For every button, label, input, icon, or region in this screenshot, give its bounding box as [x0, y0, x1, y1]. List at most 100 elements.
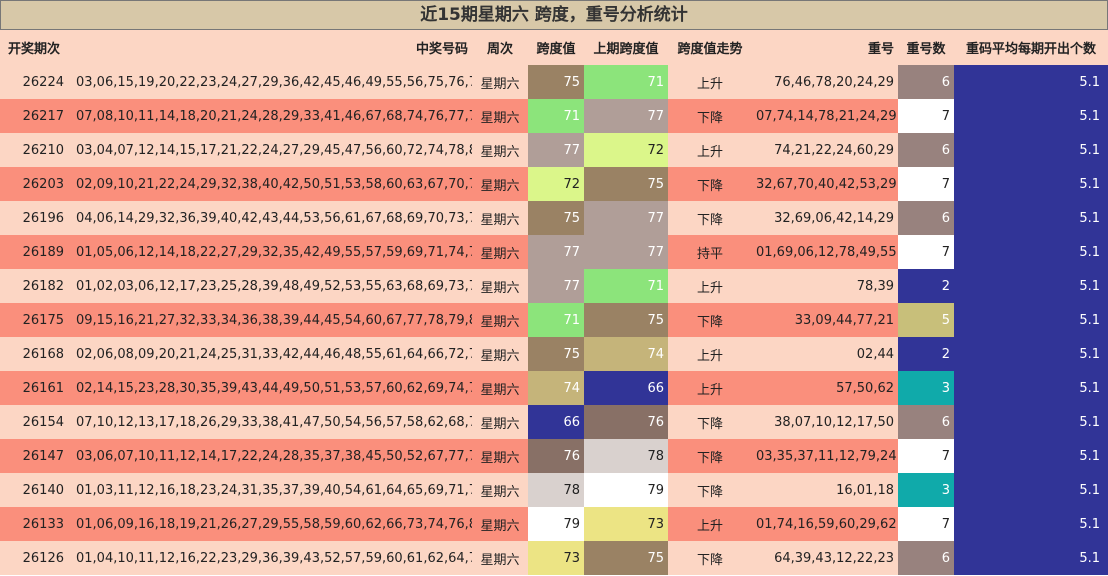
trend-cell: 下降	[668, 167, 752, 201]
repeat-count-cell: 7	[898, 235, 954, 269]
weekday-cell: 星期六	[472, 201, 528, 235]
prev-span-cell: 78	[584, 439, 668, 473]
repeat-count-cell: 6	[898, 133, 954, 167]
repeats-cell: 03,35,37,11,12,79,24	[752, 439, 898, 473]
table-row: 26175 09,15,16,21,27,32,33,34,36,38,39,44…	[0, 303, 1108, 337]
avg-cell: 5.1	[954, 99, 1108, 133]
trend-cell: 上升	[668, 65, 752, 99]
avg-cell: 5.1	[954, 507, 1108, 541]
avg-cell: 5.1	[954, 405, 1108, 439]
repeats-cell: 76,46,78,20,24,29	[752, 65, 898, 99]
span-cell: 77	[528, 235, 584, 269]
avg-cell: 5.1	[954, 235, 1108, 269]
issue-cell: 26189	[0, 235, 72, 269]
trend-cell: 持平	[668, 235, 752, 269]
span-cell: 72	[528, 167, 584, 201]
repeats-cell: 16,01,18	[752, 473, 898, 507]
repeat-count-cell: 7	[898, 439, 954, 473]
repeats-cell: 38,07,10,12,17,50	[752, 405, 898, 439]
repeats-cell: 32,69,06,42,14,29	[752, 201, 898, 235]
span-cell: 77	[528, 269, 584, 303]
trend-cell: 上升	[668, 507, 752, 541]
trend-cell: 下降	[668, 99, 752, 133]
issue-cell: 26203	[0, 167, 72, 201]
stats-table: 开奖期次 中奖号码 周次 跨度值 上期跨度值 跨度值走势 重号 重号数 重码平均…	[0, 30, 1108, 575]
col-header-issue: 开奖期次	[0, 30, 72, 65]
prev-span-cell: 79	[584, 473, 668, 507]
trend-cell: 上升	[668, 133, 752, 167]
prev-span-cell: 76	[584, 405, 668, 439]
avg-cell: 5.1	[954, 541, 1108, 575]
numbers-cell: 04,06,14,29,32,36,39,40,42,43,44,53,56,6…	[72, 201, 472, 235]
avg-cell: 5.1	[954, 371, 1108, 405]
prev-span-cell: 77	[584, 201, 668, 235]
stats-panel: 近15期星期六 跨度，重号分析统计 开奖期次 中奖号码 周次 跨度值 上期跨度值…	[0, 0, 1108, 576]
repeat-count-cell: 2	[898, 269, 954, 303]
span-cell: 78	[528, 473, 584, 507]
weekday-cell: 星期六	[472, 541, 528, 575]
table-row: 26147 03,06,07,10,11,12,14,17,22,24,28,35…	[0, 439, 1108, 473]
numbers-cell: 01,05,06,12,14,18,22,27,29,32,35,42,49,5…	[72, 235, 472, 269]
repeats-cell: 07,74,14,78,21,24,29	[752, 99, 898, 133]
issue-cell: 26168	[0, 337, 72, 371]
repeats-cell: 32,67,70,40,42,53,29	[752, 167, 898, 201]
prev-span-cell: 75	[584, 541, 668, 575]
col-header-numbers: 中奖号码	[72, 30, 472, 65]
weekday-cell: 星期六	[472, 303, 528, 337]
prev-span-cell: 74	[584, 337, 668, 371]
span-cell: 77	[528, 133, 584, 167]
weekday-cell: 星期六	[472, 507, 528, 541]
repeats-cell: 78,39	[752, 269, 898, 303]
repeats-cell: 02,44	[752, 337, 898, 371]
numbers-cell: 07,10,12,13,17,18,26,29,33,38,41,47,50,5…	[72, 405, 472, 439]
table-body: 26224 03,06,15,19,20,22,23,24,27,29,36,42…	[0, 65, 1108, 575]
table-row: 26224 03,06,15,19,20,22,23,24,27,29,36,42…	[0, 65, 1108, 99]
avg-cell: 5.1	[954, 167, 1108, 201]
prev-span-cell: 73	[584, 507, 668, 541]
table-row: 26189 01,05,06,12,14,18,22,27,29,32,35,42…	[0, 235, 1108, 269]
repeat-count-cell: 6	[898, 201, 954, 235]
prev-span-cell: 75	[584, 167, 668, 201]
issue-cell: 26175	[0, 303, 72, 337]
issue-cell: 26161	[0, 371, 72, 405]
numbers-cell: 01,06,09,16,18,19,21,26,27,29,55,58,59,6…	[72, 507, 472, 541]
col-header-span: 跨度值	[528, 30, 584, 65]
avg-cell: 5.1	[954, 439, 1108, 473]
span-cell: 66	[528, 405, 584, 439]
issue-cell: 26133	[0, 507, 72, 541]
table-row: 26126 01,04,10,11,12,16,22,23,29,36,39,43…	[0, 541, 1108, 575]
trend-cell: 下降	[668, 541, 752, 575]
table-row: 26182 01,02,03,06,12,17,23,25,28,39,48,49…	[0, 269, 1108, 303]
weekday-cell: 星期六	[472, 405, 528, 439]
prev-span-cell: 71	[584, 269, 668, 303]
weekday-cell: 星期六	[472, 337, 528, 371]
weekday-cell: 星期六	[472, 99, 528, 133]
weekday-cell: 星期六	[472, 133, 528, 167]
repeat-count-cell: 6	[898, 541, 954, 575]
col-header-repeat-count: 重号数	[898, 30, 954, 65]
header-row: 开奖期次 中奖号码 周次 跨度值 上期跨度值 跨度值走势 重号 重号数 重码平均…	[0, 30, 1108, 65]
table-row: 26217 07,08,10,11,14,18,20,21,24,28,29,33…	[0, 99, 1108, 133]
issue-cell: 26126	[0, 541, 72, 575]
table-row: 26161 02,14,15,23,28,30,35,39,43,44,49,50…	[0, 371, 1108, 405]
issue-cell: 26196	[0, 201, 72, 235]
trend-cell: 下降	[668, 473, 752, 507]
repeat-count-cell: 6	[898, 405, 954, 439]
repeat-count-cell: 3	[898, 473, 954, 507]
repeat-count-cell: 7	[898, 99, 954, 133]
table-row: 26140 01,03,11,12,16,18,23,24,31,35,37,39…	[0, 473, 1108, 507]
table-row: 26168 02,06,08,09,20,21,24,25,31,33,42,44…	[0, 337, 1108, 371]
trend-cell: 上升	[668, 269, 752, 303]
weekday-cell: 星期六	[472, 473, 528, 507]
weekday-cell: 星期六	[472, 269, 528, 303]
repeats-cell: 64,39,43,12,22,23	[752, 541, 898, 575]
col-header-avg: 重码平均每期开出个数	[954, 30, 1108, 65]
prev-span-cell: 72	[584, 133, 668, 167]
weekday-cell: 星期六	[472, 235, 528, 269]
avg-cell: 5.1	[954, 133, 1108, 167]
prev-span-cell: 77	[584, 99, 668, 133]
issue-cell: 26217	[0, 99, 72, 133]
span-cell: 79	[528, 507, 584, 541]
avg-cell: 5.1	[954, 337, 1108, 371]
span-cell: 76	[528, 439, 584, 473]
